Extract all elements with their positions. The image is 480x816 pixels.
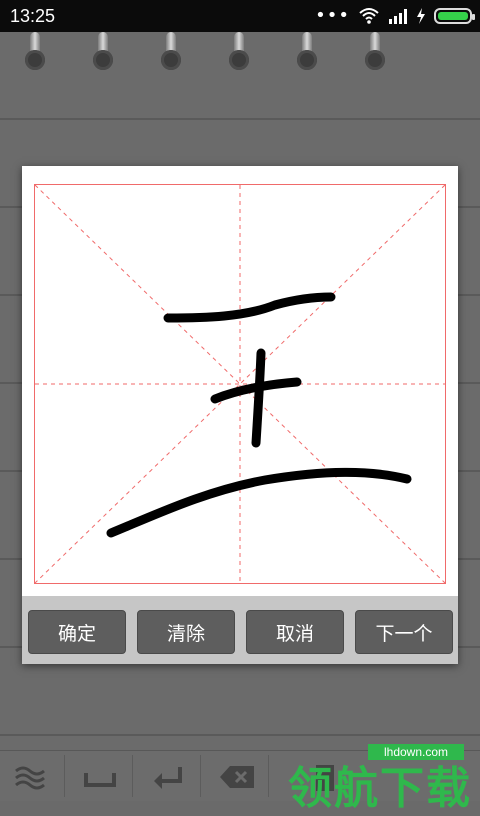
wifi-icon [359, 8, 379, 24]
toolbar-enter[interactable] [136, 755, 201, 797]
writing-canvas[interactable] [34, 184, 446, 584]
stroke [251, 348, 266, 448]
cancel-button[interactable]: 取消 [246, 610, 344, 654]
ring [92, 32, 114, 74]
status-icons: ••• [315, 5, 475, 26]
signal-icon [389, 9, 407, 24]
toolbar-backspace[interactable] [204, 755, 269, 797]
space-icon [84, 773, 116, 787]
guide-lines [35, 185, 445, 583]
ring [228, 32, 250, 74]
notebook-rings [0, 32, 480, 82]
ring [364, 32, 386, 74]
waves-icon [15, 766, 45, 790]
canvas-drawing [35, 185, 445, 583]
toolbar-waves[interactable] [0, 755, 65, 797]
next-button[interactable]: 下一个 [355, 610, 453, 654]
dialog-button-bar: 确定 清除 取消 下一个 [22, 596, 458, 664]
watermark-text: 领航下载 [288, 763, 472, 814]
ring [160, 32, 182, 74]
clear-button[interactable]: 清除 [137, 610, 235, 654]
handwritten-strokes [106, 292, 412, 538]
toolbar-space[interactable] [68, 755, 133, 797]
notification-dots: ••• [315, 5, 350, 26]
battery-fill [438, 12, 468, 20]
enter-icon [154, 767, 182, 789]
ring [296, 32, 318, 74]
ring [24, 32, 46, 74]
charging-icon [417, 8, 425, 24]
confirm-button[interactable]: 确定 [28, 610, 126, 654]
watermark: lhdown.com 领航下载 [282, 744, 472, 814]
battery-icon [434, 8, 475, 24]
backspace-icon [220, 766, 254, 788]
handwriting-dialog: 确定 清除 取消 下一个 [22, 166, 458, 664]
status-time: 13:25 [10, 6, 56, 26]
status-bar: 13:25 ••• [0, 0, 480, 32]
stroke [163, 292, 336, 323]
